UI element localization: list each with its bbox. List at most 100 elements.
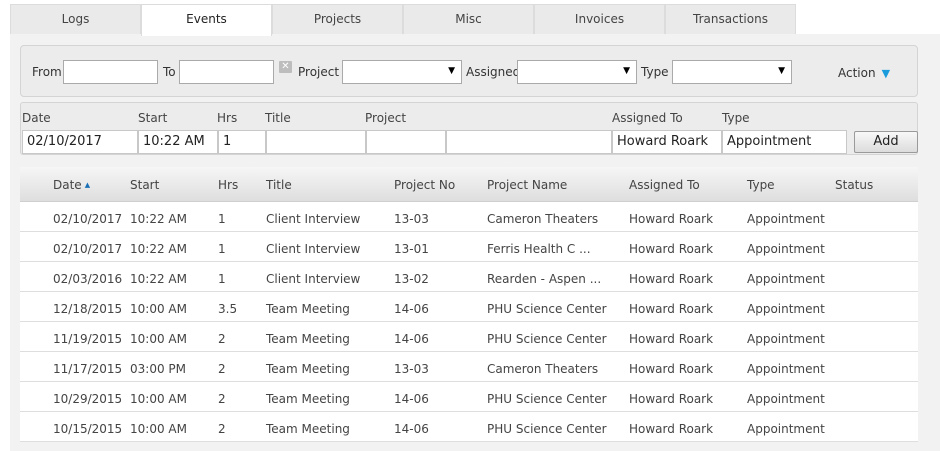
cell-project-name: PHU Science Center bbox=[487, 332, 607, 346]
cell-title: Client Interview bbox=[266, 212, 361, 226]
table-row[interactable]: 02/10/2017 10:22 AM 1 Client Interview 13-01… bbox=[20, 232, 918, 262]
type-input[interactable]: Appointment bbox=[722, 130, 847, 154]
tab-events[interactable]: Events bbox=[141, 4, 272, 36]
cell-project-no: 14-06 bbox=[394, 422, 429, 436]
tab-invoices[interactable]: Invoices bbox=[534, 4, 665, 35]
date-input[interactable]: 02/10/2017 bbox=[22, 130, 138, 154]
type-select[interactable]: ▼ bbox=[672, 60, 792, 84]
cell-hrs: 3.5 bbox=[218, 302, 238, 316]
column-header-status[interactable]: Status bbox=[835, 178, 873, 192]
cell-project-name: PHU Science Center bbox=[487, 422, 607, 436]
cell-start: 10:00 AM bbox=[130, 392, 187, 406]
filter-bar: From To ✕ Project ▼ Assigned ▼ Type ▼ Ac… bbox=[20, 45, 918, 97]
cell-project-no: 13-03 bbox=[394, 212, 429, 226]
cell-date: 11/19/2015 bbox=[53, 332, 123, 346]
column-header-title[interactable]: Title bbox=[266, 178, 292, 192]
action-label: Action bbox=[838, 66, 876, 80]
cell-title: Client Interview bbox=[266, 272, 361, 286]
cell-type: Appointment bbox=[747, 362, 825, 376]
cell-project-name: PHU Science Center bbox=[487, 392, 607, 406]
cell-project-no: 14-06 bbox=[394, 392, 429, 406]
tab-logs[interactable]: Logs bbox=[10, 4, 141, 35]
table-row[interactable]: 02/03/2016 10:22 AM 1 Client Interview 13-02… bbox=[20, 262, 918, 292]
tab-projects[interactable]: Projects bbox=[272, 4, 403, 35]
title-label: Title bbox=[265, 111, 291, 125]
cell-hrs: 2 bbox=[218, 392, 226, 406]
chevron-down-icon: ▼ bbox=[778, 66, 785, 76]
from-label: From bbox=[32, 65, 62, 79]
table-row[interactable]: 10/29/2015 10:00 AM 2 Team Meeting 14-06 PHU … bbox=[20, 382, 918, 412]
column-header-date[interactable]: Date ▲ bbox=[53, 178, 90, 192]
hrs-label: Hrs bbox=[217, 111, 238, 125]
cell-date: 12/18/2015 bbox=[53, 302, 123, 316]
cell-project-name: Cameron Theaters bbox=[487, 362, 599, 376]
cell-hrs: 2 bbox=[218, 422, 226, 436]
cell-type: Appointment bbox=[747, 392, 825, 406]
cell-project-no: 13-01 bbox=[394, 242, 429, 256]
tab-misc[interactable]: Misc bbox=[403, 4, 534, 35]
close-icon[interactable]: ✕ bbox=[279, 61, 292, 73]
cell-date: 10/15/2015 bbox=[53, 422, 123, 436]
cell-project-name: Ferris Health C ... bbox=[487, 242, 591, 256]
assigned-to-input[interactable]: Howard Roark bbox=[612, 130, 722, 154]
cell-date: 02/10/2017 bbox=[53, 242, 123, 256]
table-row[interactable]: 11/17/2015 03:00 PM 2 Team Meeting 13-03 Came… bbox=[20, 352, 918, 382]
cell-assigned-to: Howard Roark bbox=[629, 332, 714, 346]
cell-type: Appointment bbox=[747, 422, 825, 436]
chevron-down-icon: ▼ bbox=[623, 66, 630, 76]
cell-project-name: PHU Science Center bbox=[487, 302, 607, 316]
title-input[interactable] bbox=[266, 130, 366, 154]
table-body: 02/10/2017 10:22 AM 1 Client Interview 13-03… bbox=[20, 202, 918, 442]
column-header-assigned-to[interactable]: Assigned To bbox=[629, 178, 700, 192]
cell-start: 10:22 AM bbox=[130, 212, 187, 226]
column-header-project-name[interactable]: Project Name bbox=[487, 178, 567, 192]
cell-type: Appointment bbox=[747, 242, 825, 256]
cell-start: 10:22 AM bbox=[130, 272, 187, 286]
table-header: Date ▲ Start Hrs Title Project No Project… bbox=[20, 167, 918, 202]
table-row[interactable]: 10/15/2015 10:00 AM 2 Team Meeting 14-06 PHU … bbox=[20, 412, 918, 442]
cell-assigned-to: Howard Roark bbox=[629, 422, 714, 436]
cell-type: Appointment bbox=[747, 212, 825, 226]
column-header-project-no[interactable]: Project No bbox=[394, 178, 455, 192]
action-menu[interactable]: Action ▼ bbox=[838, 66, 890, 80]
start-time-input[interactable]: 10:22 AM bbox=[138, 130, 218, 154]
cell-title: Client Interview bbox=[266, 242, 361, 256]
table-row[interactable]: 11/19/2015 10:00 AM 2 Team Meeting 14-06 PHU … bbox=[20, 322, 918, 352]
table-row[interactable]: 12/18/2015 10:00 AM 3.5 Team Meeting 14-06 PH… bbox=[20, 292, 918, 322]
table-row[interactable]: 02/10/2017 10:22 AM 1 Client Interview 13-03… bbox=[20, 202, 918, 232]
cell-project-name: Rearden - Aspen ... bbox=[487, 272, 602, 286]
cell-title: Team Meeting bbox=[266, 422, 350, 436]
cell-start: 10:22 AM bbox=[130, 242, 187, 256]
column-header-type[interactable]: Type bbox=[747, 178, 775, 192]
cell-type: Appointment bbox=[747, 272, 825, 286]
cell-project-no: 14-06 bbox=[394, 332, 429, 346]
cell-assigned-to: Howard Roark bbox=[629, 242, 714, 256]
cell-date: 02/03/2016 bbox=[53, 272, 123, 286]
cell-project-no: 14-06 bbox=[394, 302, 429, 316]
project-label: Project bbox=[298, 65, 340, 79]
to-date-input[interactable] bbox=[179, 60, 274, 84]
type-label: Type bbox=[722, 111, 750, 125]
from-date-input[interactable] bbox=[63, 60, 158, 84]
cell-title: Team Meeting bbox=[266, 302, 350, 316]
cell-type: Appointment bbox=[747, 302, 825, 316]
column-header-start[interactable]: Start bbox=[130, 178, 159, 192]
cell-project-no: 13-03 bbox=[394, 362, 429, 376]
project-no-input[interactable] bbox=[366, 130, 446, 154]
add-button[interactable]: Add bbox=[854, 131, 918, 153]
cell-assigned-to: Howard Roark bbox=[629, 362, 714, 376]
cell-date: 11/17/2015 bbox=[53, 362, 123, 376]
cell-hrs: 1 bbox=[218, 242, 226, 256]
project-name-input[interactable] bbox=[446, 130, 612, 154]
cell-type: Appointment bbox=[747, 332, 825, 346]
hrs-input[interactable]: 1 bbox=[218, 130, 266, 154]
cell-assigned-to: Howard Roark bbox=[629, 302, 714, 316]
project-select[interactable]: ▼ bbox=[342, 60, 462, 84]
assigned-select[interactable]: ▼ bbox=[517, 60, 637, 84]
cell-start: 10:00 AM bbox=[130, 332, 187, 346]
cell-start: 10:00 AM bbox=[130, 302, 187, 316]
tab-transactions[interactable]: Transactions bbox=[665, 4, 796, 35]
column-header-hrs[interactable]: Hrs bbox=[218, 178, 238, 192]
cell-assigned-to: Howard Roark bbox=[629, 212, 714, 226]
cell-project-no: 13-02 bbox=[394, 272, 429, 286]
